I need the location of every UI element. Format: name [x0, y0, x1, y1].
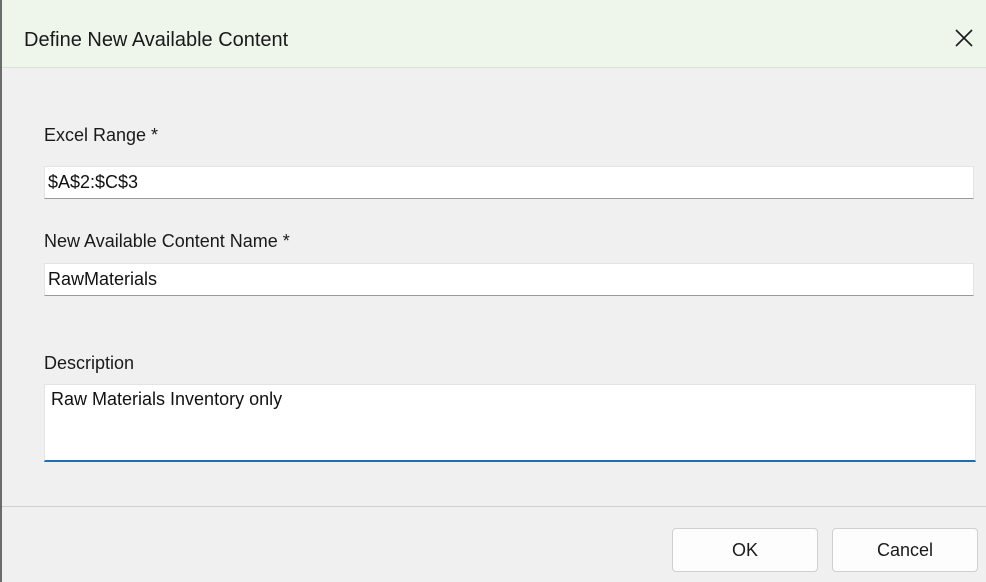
excel-range-label: Excel Range * [44, 125, 159, 145]
close-button[interactable] [942, 14, 986, 62]
define-content-dialog: Define New Available Content Excel Range… [0, 0, 986, 582]
footer-divider [2, 506, 986, 507]
ok-button[interactable]: OK [672, 528, 818, 572]
close-icon [955, 29, 973, 47]
content-name-input[interactable] [44, 263, 974, 296]
dialog-titlebar: Define New Available Content [2, 0, 986, 68]
dialog-title: Define New Available Content [24, 29, 289, 51]
description-label: Description [44, 353, 135, 373]
excel-range-input[interactable] [44, 166, 974, 199]
content-name-label: New Available Content Name * [44, 231, 290, 251]
cancel-button[interactable]: Cancel [832, 528, 978, 572]
description-textarea[interactable]: Raw Materials Inventory only [44, 384, 976, 462]
